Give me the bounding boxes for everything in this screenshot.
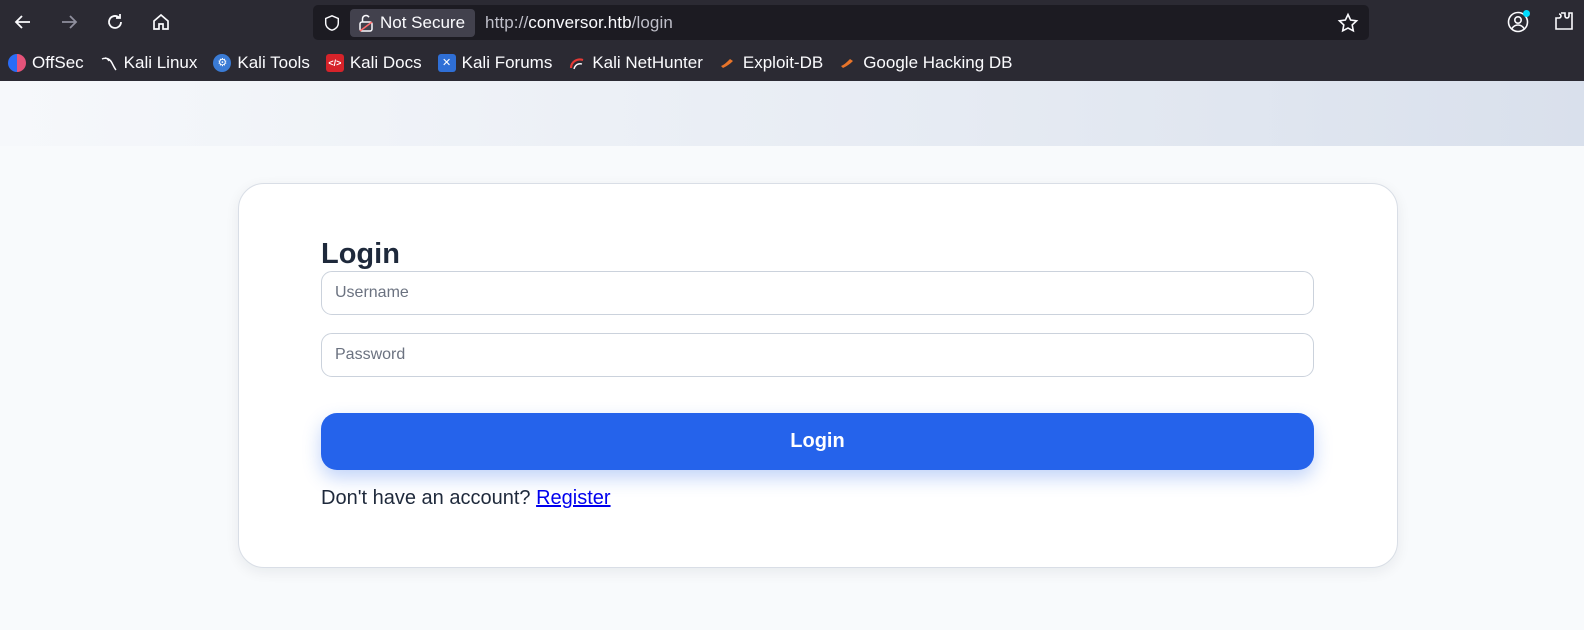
bookmark-kali-tools[interactable]: ⚙ Kali Tools <box>213 53 310 73</box>
login-title: Login <box>321 238 400 270</box>
url-path: /login <box>631 12 673 32</box>
bookmark-kali-forums[interactable]: ✕ Kali Forums <box>437 53 552 73</box>
notification-dot <box>1523 10 1530 17</box>
forward-button[interactable] <box>54 8 84 36</box>
reload-icon <box>108 14 122 29</box>
url-host: conversor.htb <box>528 12 632 32</box>
username-input[interactable] <box>321 271 1314 315</box>
exploit-db-icon <box>719 54 737 72</box>
url-scheme: http:// <box>485 12 529 32</box>
page-content: Login Login Don't have an account? Regis… <box>0 81 1584 630</box>
kali-nethunter-icon <box>568 54 586 72</box>
password-input[interactable] <box>321 333 1314 377</box>
arrow-left-icon <box>14 15 30 29</box>
bookmarks-toolbar: OffSec Kali Linux ⚙ Kali Tools </> Kali … <box>0 44 1584 81</box>
offsec-icon <box>8 53 26 72</box>
address-bar[interactable]: Not Secure http://conversor.htb/login <box>313 5 1369 40</box>
bookmark-offsec[interactable]: OffSec <box>8 53 84 73</box>
bookmark-kali-docs[interactable]: </> Kali Docs <box>325 53 422 73</box>
ghdb-icon <box>839 54 857 72</box>
kali-dragon-icon <box>100 54 118 72</box>
arrow-right-icon <box>62 15 78 29</box>
kali-tools-icon: ⚙ <box>213 53 232 72</box>
reload-button[interactable] <box>100 8 130 36</box>
home-button[interactable] <box>146 8 176 36</box>
header-banner <box>0 81 1584 146</box>
url-text[interactable]: http://conversor.htb/login <box>485 13 673 33</box>
register-link[interactable]: Register <box>536 487 610 509</box>
login-card: Login Login Don't have an account? Regis… <box>238 183 1398 568</box>
bookmark-star-icon[interactable] <box>1337 12 1359 34</box>
security-label: Not Secure <box>380 12 466 32</box>
browser-chrome: Not Secure http://conversor.htb/login Of… <box>0 0 1584 81</box>
tracking-protection-icon[interactable] <box>322 13 342 33</box>
kali-docs-icon: </> <box>325 53 344 72</box>
bookmark-google-hacking-db[interactable]: Google Hacking DB <box>839 53 1013 73</box>
navigation-toolbar: Not Secure http://conversor.htb/login <box>0 0 1584 44</box>
kali-forums-icon: ✕ <box>437 53 456 72</box>
security-indicator[interactable]: Not Secure <box>350 8 476 37</box>
bookmark-kali-linux[interactable]: Kali Linux <box>100 53 197 73</box>
register-prompt: Don't have an account? Register <box>321 487 611 510</box>
broken-lock-icon <box>359 14 373 32</box>
back-button[interactable] <box>8 8 38 36</box>
home-icon <box>153 13 169 30</box>
login-button[interactable]: Login <box>321 413 1314 470</box>
bookmark-exploit-db[interactable]: Exploit-DB <box>719 53 823 73</box>
bookmark-kali-nethunter[interactable]: Kali NetHunter <box>568 53 703 73</box>
puzzle-icon <box>1555 12 1573 30</box>
no-account-text: Don't have an account? <box>321 487 537 509</box>
account-button[interactable] <box>1506 10 1530 34</box>
extensions-button[interactable] <box>1553 10 1575 32</box>
